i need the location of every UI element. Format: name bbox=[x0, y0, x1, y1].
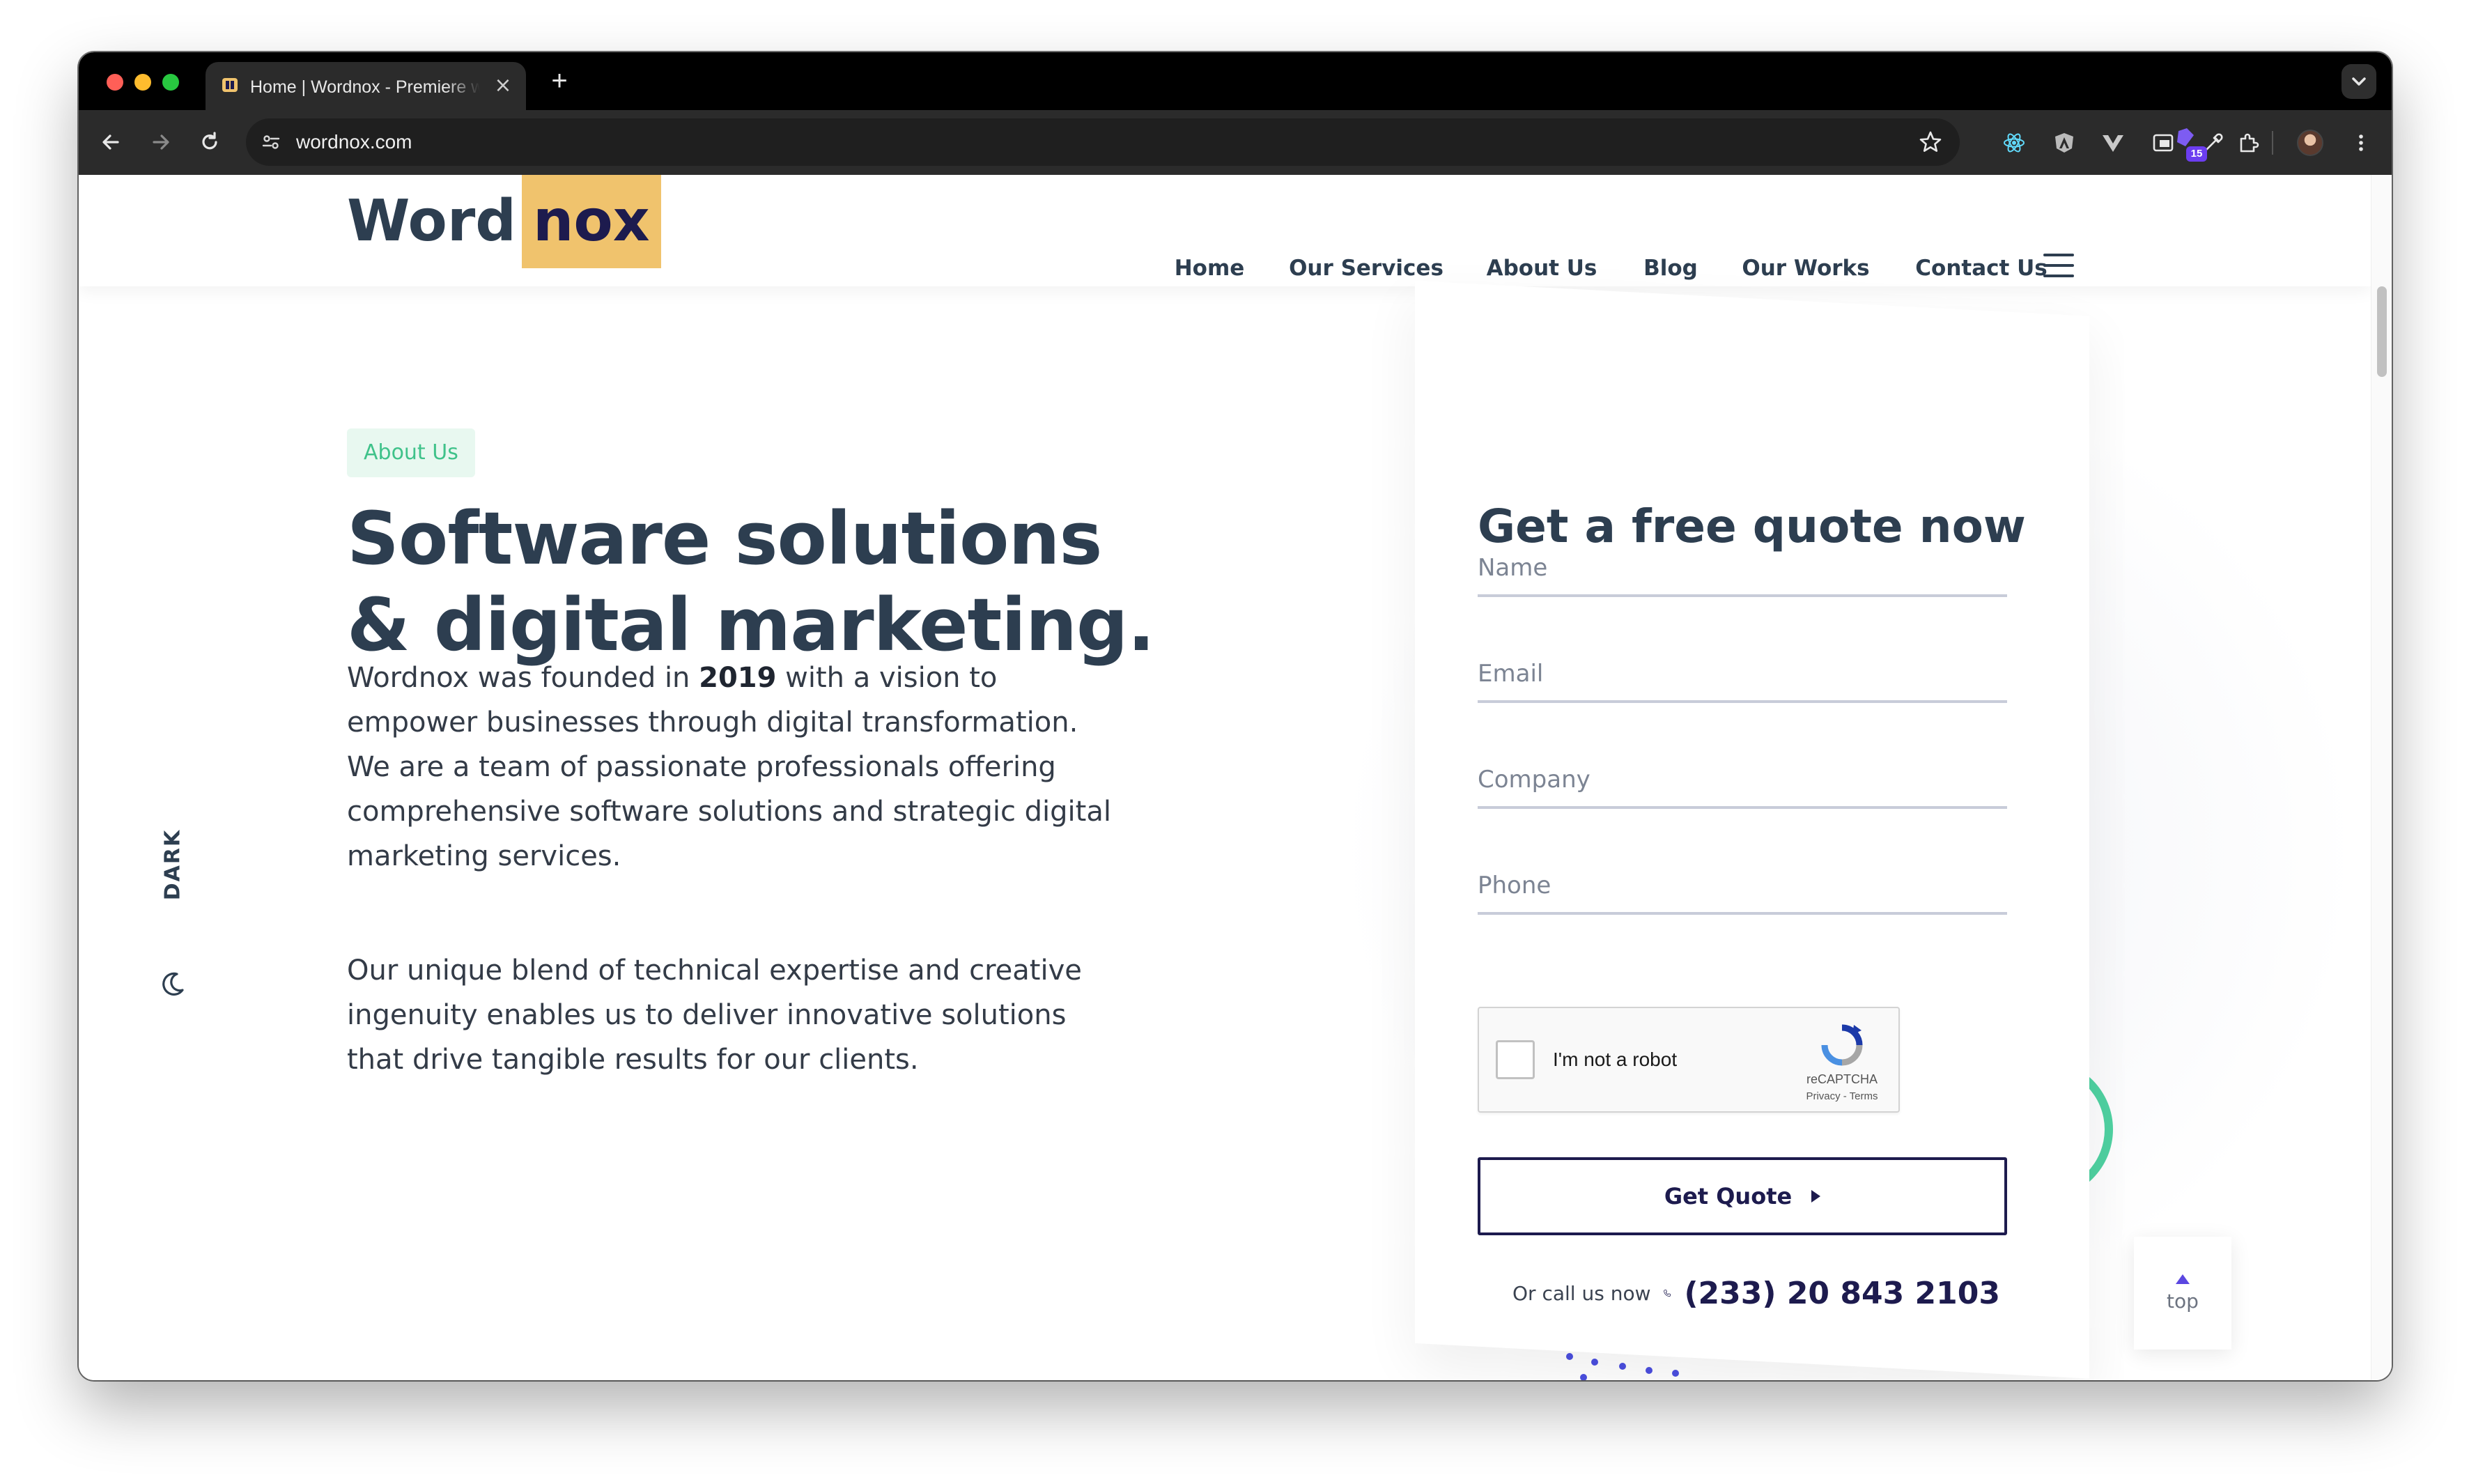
scrollbar-thumb[interactable] bbox=[2377, 286, 2387, 377]
extension-badge: 15 bbox=[2186, 146, 2207, 162]
site-info-icon[interactable] bbox=[261, 132, 281, 152]
nav-home[interactable]: Home bbox=[1175, 256, 1245, 281]
scrollbar[interactable] bbox=[2371, 175, 2392, 1380]
recaptcha-label: I'm not a robot bbox=[1553, 1049, 1678, 1070]
reload-icon[interactable] bbox=[196, 128, 224, 156]
minimize-window-button[interactable] bbox=[134, 74, 151, 91]
close-window-button[interactable] bbox=[107, 74, 123, 91]
back-to-top-label: top bbox=[2167, 1289, 2199, 1313]
phone-field[interactable] bbox=[1478, 859, 2007, 915]
play-arrow-icon bbox=[1811, 1190, 1821, 1203]
company-field[interactable] bbox=[1478, 753, 2007, 809]
new-tab-button[interactable]: + bbox=[545, 67, 573, 95]
arrow-up-icon bbox=[2176, 1274, 2190, 1284]
tab-title: Home | Wordnox - Premiere web bbox=[250, 77, 480, 97]
nav-our-services[interactable]: Our Services bbox=[1289, 256, 1444, 281]
toolbar-separator bbox=[2272, 131, 2273, 155]
name-field[interactable] bbox=[1478, 541, 2007, 597]
hero-paragraph-2: Our unique blend of technical expertise … bbox=[347, 954, 1082, 1076]
dark-mode-label: DARK bbox=[160, 828, 185, 901]
site-logo[interactable]: Word nox bbox=[347, 175, 661, 268]
maximize-window-button[interactable] bbox=[162, 74, 179, 91]
more-menu-icon[interactable] bbox=[2348, 130, 2374, 155]
chevron-down-icon bbox=[2352, 77, 2366, 86]
site-header: Word nox Home Our Services About Us Blog … bbox=[79, 175, 2371, 286]
call-label: Or call us now bbox=[1512, 1281, 1651, 1305]
angular-devtools-icon[interactable] bbox=[2052, 130, 2077, 155]
tab-strip: Home | Wordnox - Premiere web × + bbox=[79, 52, 2392, 110]
nav-our-works[interactable]: Our Works bbox=[1742, 256, 1869, 281]
react-devtools-icon[interactable] bbox=[2002, 130, 2027, 155]
dark-mode-toggle[interactable]: DARK bbox=[148, 767, 197, 1004]
logo-word: Word bbox=[347, 188, 516, 254]
recaptcha-checkbox[interactable] bbox=[1496, 1040, 1535, 1079]
logo-nox: nox bbox=[522, 175, 661, 268]
page-viewport: Word nox Home Our Services About Us Blog … bbox=[79, 175, 2392, 1380]
extensions-puzzle-icon[interactable] bbox=[2236, 130, 2261, 155]
nav-about-us[interactable]: About Us bbox=[1487, 256, 1597, 281]
url-text[interactable]: wordnox.com bbox=[296, 131, 412, 153]
phone-number-link[interactable]: (233) 20 843 2103 bbox=[1684, 1276, 2000, 1311]
call-us-row: Or call us now (233) 20 843 2103 bbox=[1512, 1269, 2000, 1317]
hero-paragraph-1: Wordnox was founded in 2019 with a visio… bbox=[347, 656, 1120, 879]
phone-icon bbox=[1664, 1290, 1671, 1297]
address-bar[interactable]: wordnox.com bbox=[246, 118, 1960, 166]
forward-arrow-icon[interactable] bbox=[147, 128, 175, 156]
hamburger-menu-icon[interactable] bbox=[2043, 254, 2074, 281]
moon-icon bbox=[162, 972, 184, 996]
bookmark-star-icon[interactable] bbox=[1918, 130, 1943, 155]
get-quote-button[interactable]: Get Quote bbox=[1478, 1157, 2007, 1235]
back-to-top-button[interactable]: top bbox=[2134, 1237, 2231, 1350]
email-field[interactable] bbox=[1478, 647, 2007, 703]
back-arrow-icon[interactable] bbox=[97, 128, 125, 156]
founding-year: 2019 bbox=[699, 662, 777, 694]
window-extension-icon[interactable] bbox=[2151, 130, 2176, 155]
get-quote-label: Get Quote bbox=[1664, 1183, 1793, 1209]
section-pill: About Us bbox=[347, 428, 475, 477]
vue-devtools-icon[interactable] bbox=[2100, 130, 2126, 155]
tab-search-button[interactable] bbox=[2342, 64, 2376, 99]
recaptcha-terms-link[interactable]: Privacy - Terms bbox=[1790, 1090, 1894, 1102]
recaptcha-logo-icon bbox=[1821, 1024, 1863, 1066]
close-tab-icon[interactable]: × bbox=[493, 75, 513, 96]
browser-tab-active[interactable]: Home | Wordnox - Premiere web × bbox=[206, 62, 526, 110]
hero-headline: Software solutions & digital marketing. bbox=[347, 496, 1155, 667]
p1-before: Wordnox was founded in bbox=[347, 662, 699, 694]
recaptcha-brand: reCAPTCHA bbox=[1806, 1072, 1878, 1086]
browser-toolbar: wordnox.com 15 bbox=[79, 110, 2392, 175]
recaptcha-widget: I'm not a robot reCAPTCHA Privacy - Term… bbox=[1478, 1007, 1900, 1113]
nav-blog[interactable]: Blog bbox=[1643, 256, 1698, 281]
site-favicon-icon bbox=[222, 78, 238, 92]
profile-avatar[interactable] bbox=[2297, 130, 2323, 156]
nav-contact-us[interactable]: Contact Us bbox=[1915, 256, 2047, 281]
browser-window: Home | Wordnox - Premiere web × + wordno… bbox=[79, 52, 2392, 1380]
